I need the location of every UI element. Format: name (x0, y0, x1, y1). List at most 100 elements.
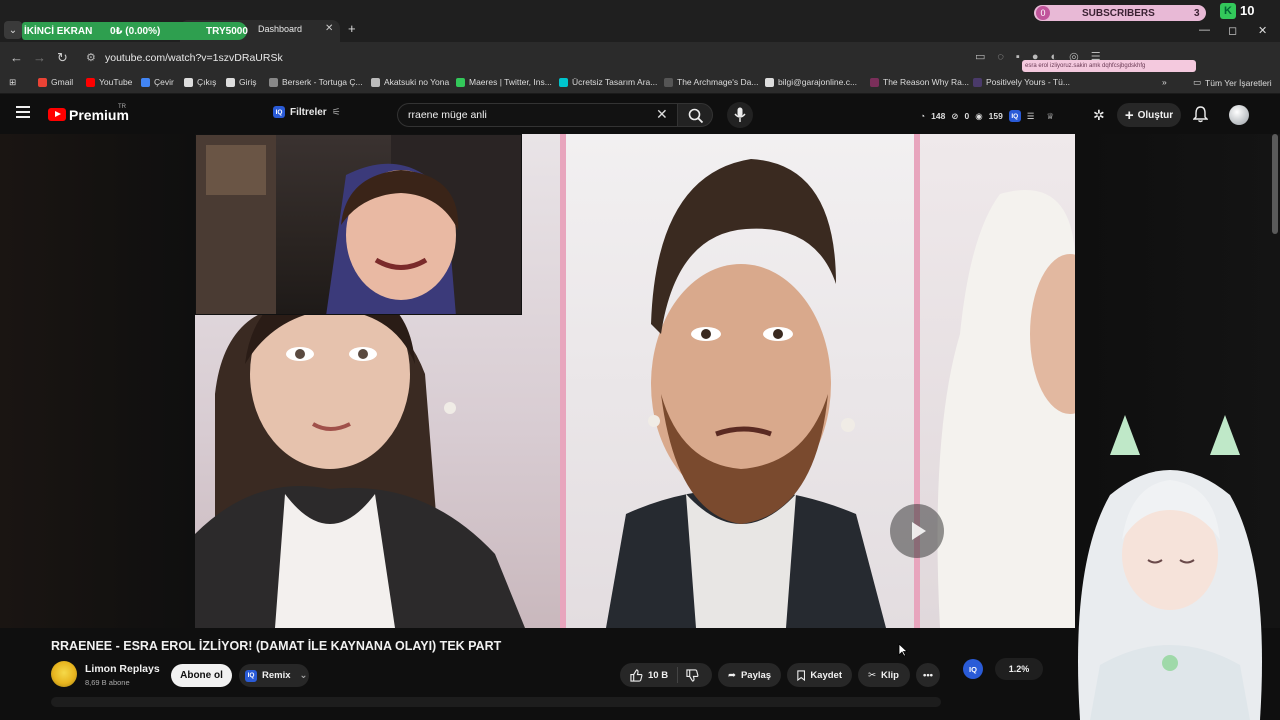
vtuber-avatar-overlay (1030, 415, 1280, 720)
iq-button[interactable]: IQ (963, 659, 983, 679)
more-icon: ••• (923, 669, 933, 681)
bookmark-icon (797, 669, 806, 681)
tab-close-icon[interactable]: ✕ (325, 23, 333, 34)
save-button[interactable]: Kaydet (787, 663, 852, 687)
bookmark-label: Ücretsiz Tasarım Ara... (572, 77, 658, 87)
search-query[interactable]: rraene müge anli (408, 109, 487, 121)
bookmark-item[interactable]: Akatsuki no Yona (371, 77, 449, 87)
minimize-icon[interactable]: — (1199, 24, 1210, 36)
apps-icon[interactable]: ⊞ (9, 77, 16, 88)
maximize-icon[interactable]: ◻ (1228, 24, 1237, 37)
bookmark-favicon-icon (870, 77, 879, 87)
video-panel-man (560, 134, 920, 628)
play-icon[interactable] (890, 504, 944, 558)
stat-c-icon: ◉ (975, 110, 983, 121)
like-button[interactable]: 10 B (630, 668, 668, 682)
clear-search-icon[interactable]: ✕ (656, 106, 668, 123)
new-tab-button[interactable]: + (348, 21, 356, 36)
bookmark-favicon-icon (559, 77, 568, 87)
plus-icon: + (1124, 106, 1134, 124)
trophy-icon[interactable]: ♕ (1046, 111, 1054, 122)
address-input[interactable]: youtube.com/watch?v=1szvDRaURSk (105, 52, 283, 64)
subscribers-label: SUBSCRIBERS (1082, 7, 1155, 19)
tab-search-button[interactable]: ⌄ (4, 21, 22, 39)
tab-title: Dashboard (258, 24, 303, 34)
reload-icon[interactable]: ↻ (57, 50, 68, 66)
thumbs-up-icon (630, 668, 643, 682)
overlay-progress: 0₺ (0.00%) (110, 25, 161, 37)
bookmark-item[interactable]: YouTube (86, 77, 132, 87)
save-label: Kaydet (810, 669, 842, 681)
bookmark-favicon-icon (86, 77, 95, 87)
stat-c: 159 (988, 111, 1003, 121)
bookmark-label: Çıkış (197, 77, 217, 87)
bookmark-item[interactable]: Berserk - Tortuga Ç... (269, 77, 363, 87)
bookmark-item[interactable]: Çevir (141, 77, 174, 87)
back-icon[interactable]: ← (10, 50, 23, 65)
filters-button[interactable]: IQ Filtreler ⚟ (273, 106, 341, 118)
bookmark-favicon-icon (269, 77, 278, 87)
bookmark-label: Akatsuki no Yona (384, 77, 450, 87)
bookmark-item[interactable]: Çıkış (184, 77, 216, 87)
iq-icon: IQ (273, 106, 285, 118)
subscribe-button[interactable]: Abone ol (171, 664, 232, 687)
menu-icon[interactable] (16, 106, 30, 118)
page-scrollbar[interactable] (1272, 134, 1278, 234)
site-info-icon[interactable]: ⚙ (86, 51, 96, 64)
more-actions-button[interactable]: ••• (916, 663, 940, 687)
donation-goal-overlay: İKİNCİ EKRAN 0₺ (0.00%) TRY5000 (22, 22, 248, 40)
bookmark-item[interactable]: Gmail (38, 77, 73, 87)
share-button[interactable]: ➦ Paylaş (718, 663, 781, 687)
voice-search-button[interactable] (727, 102, 753, 128)
bookmark-label: Giriş (239, 77, 257, 87)
channel-avatar[interactable] (51, 661, 77, 687)
list-icon[interactable]: ☰ (1027, 111, 1035, 122)
forward-icon[interactable]: → (33, 50, 46, 65)
bookmark-item[interactable]: Ücretsiz Tasarım Ara... (559, 77, 657, 87)
clip-button[interactable]: ✂ Klip (858, 663, 910, 687)
bookmark-item[interactable]: Maeres | Twitter, Ins... (456, 77, 552, 87)
overlay-left-label: İKİNCİ EKRAN (24, 25, 93, 37)
bookmark-item[interactable]: Giriş (226, 77, 256, 87)
youtube-logo-icon[interactable] (48, 108, 66, 121)
remix-button[interactable]: IQ Remix ⌄ (239, 664, 309, 687)
create-button[interactable]: + Oluştur (1117, 103, 1181, 127)
stat-b: 0 (964, 111, 970, 121)
share-icon: ➦ (728, 669, 736, 681)
extension-gear-icon[interactable]: ✲ (1093, 107, 1105, 124)
subscribers-count-right: 3 (1194, 7, 1200, 19)
search-button[interactable] (677, 103, 713, 127)
create-label: Oluştur (1137, 109, 1174, 121)
stat-a-icon: ◔ (920, 111, 926, 121)
subscribers-overlay: SUBSCRIBERS 3 (1034, 5, 1206, 21)
bookmark-item[interactable]: The Archmage's Da... (664, 77, 758, 87)
bookmark-favicon-icon (141, 77, 150, 87)
share-label: Paylaş (740, 669, 772, 681)
iq-small-icon[interactable]: IQ (1008, 110, 1021, 122)
description-box-edge (51, 697, 941, 707)
streamer-webcam (195, 134, 522, 315)
bookmark-favicon-icon (765, 77, 774, 87)
streamer-figure (196, 135, 521, 314)
mouse-cursor-icon (898, 643, 908, 657)
like-divider (677, 667, 678, 683)
bookmark-favicon-icon (38, 77, 47, 87)
bookmark-label: Berserk - Tortuga Ç... (282, 77, 363, 87)
channel-name[interactable]: Limon Replays (85, 663, 160, 675)
filters-label: Filtreler (290, 106, 327, 118)
bookmark-favicon-icon (226, 77, 235, 87)
bookmark-item[interactable]: bilgi@garajonline.c... (765, 77, 857, 87)
bookmark-label: Gmail (51, 77, 74, 87)
thumbs-down-icon[interactable] (686, 669, 699, 682)
close-window-icon[interactable]: ✕ (1258, 24, 1267, 37)
bookmark-item[interactable]: The Reason Why Ra... (870, 77, 969, 87)
overlay-goal: TRY5000 (206, 25, 248, 37)
bookmarks-more-icon[interactable]: » (1162, 77, 1167, 87)
bookmark-label: bilgi@garajonline.c... (778, 77, 858, 87)
all-bookmarks[interactable]: ▭ Tüm Yer İşaretleri (1193, 77, 1272, 88)
stat-a: 148 (931, 111, 946, 121)
bookmark-label: The Reason Why Ra... (883, 77, 969, 87)
account-avatar[interactable] (1229, 105, 1249, 125)
bookmark-item[interactable]: Positively Yours - Tü... (973, 77, 1070, 87)
notifications-bell-icon[interactable] (1193, 106, 1208, 123)
